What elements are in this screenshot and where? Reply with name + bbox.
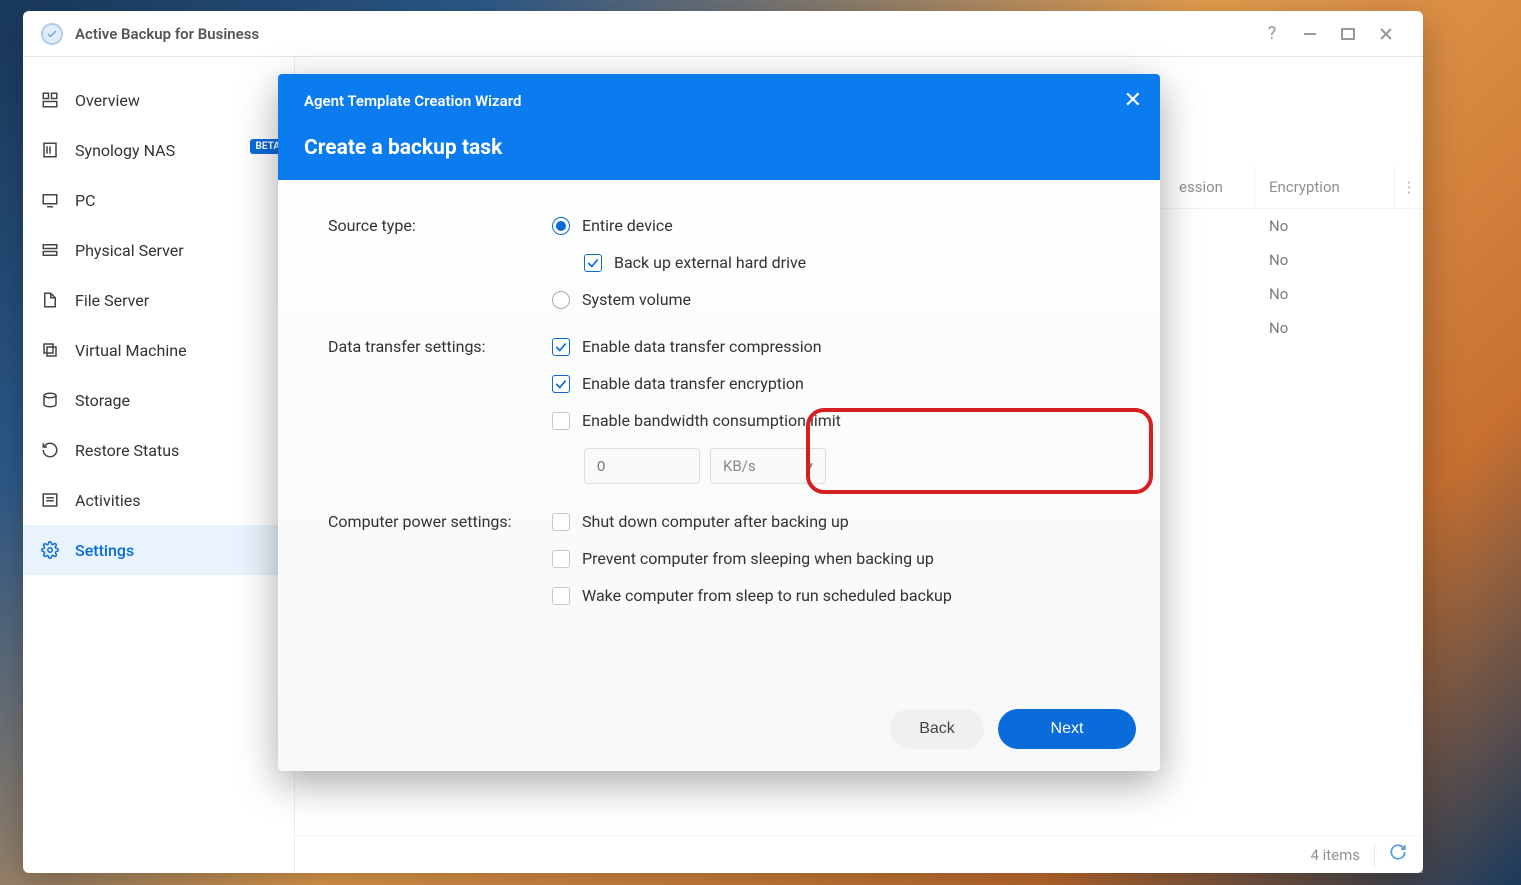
bandwidth-unit-label: KB/s: [723, 457, 756, 475]
chevron-down-icon: ▾: [805, 457, 813, 475]
sidebar-item-physical-server[interactable]: Physical Server: [23, 225, 294, 275]
restore-icon: [39, 439, 61, 461]
cell-encryption: No: [1255, 319, 1395, 337]
label-power-settings: Computer power settings:: [328, 512, 552, 623]
sidebar-item-pc[interactable]: PC: [23, 175, 294, 225]
nas-icon: [39, 139, 61, 161]
wizard-modal: Agent Template Creation Wizard Create a …: [278, 74, 1160, 771]
option-prevent-sleep: Prevent computer from sleeping when back…: [582, 549, 934, 568]
back-button[interactable]: Back: [890, 709, 984, 749]
modal-footer: Back Next: [278, 693, 1160, 771]
sidebar-item-label: Physical Server: [75, 241, 184, 260]
radio-entire-device[interactable]: [552, 217, 570, 235]
activities-icon: [39, 489, 61, 511]
sidebar-item-label: Synology NAS: [75, 141, 175, 160]
column-compression-partial[interactable]: ession: [1165, 165, 1255, 208]
app-title: Active Backup for Business: [75, 25, 259, 43]
cell-encryption: No: [1255, 285, 1395, 303]
checkbox-bandwidth[interactable]: [552, 412, 570, 430]
cell-encryption: No: [1255, 217, 1395, 235]
statusbar: 4 items: [295, 835, 1423, 873]
sidebar-item-label: Restore Status: [75, 441, 179, 460]
modal-body: Source type: Entire device Back up exter…: [278, 180, 1160, 693]
sidebar-item-synology-nas[interactable]: Synology NAS BETA: [23, 125, 294, 175]
server-icon: [39, 239, 61, 261]
option-compression: Enable data transfer compression: [582, 337, 822, 356]
sidebar-item-label: File Server: [75, 291, 149, 310]
cell-encryption: No: [1255, 251, 1395, 269]
next-button[interactable]: Next: [998, 709, 1136, 749]
wizard-title: Agent Template Creation Wizard: [304, 92, 1134, 110]
sidebar-item-label: Overview: [75, 91, 140, 110]
sidebar-item-settings[interactable]: Settings: [23, 525, 294, 575]
checkbox-encryption[interactable]: [552, 375, 570, 393]
sidebar-item-virtual-machine[interactable]: Virtual Machine: [23, 325, 294, 375]
checkbox-shutdown[interactable]: [552, 513, 570, 531]
sidebar: Overview Synology NAS BETA PC Physical S…: [23, 57, 295, 873]
sidebar-item-file-server[interactable]: File Server: [23, 275, 294, 325]
file-server-icon: [39, 289, 61, 311]
sidebar-item-label: PC: [75, 191, 96, 210]
close-window-button[interactable]: [1367, 19, 1405, 49]
bandwidth-value-input[interactable]: [584, 448, 700, 484]
modal-close-button[interactable]: ✕: [1124, 88, 1142, 113]
checkbox-backup-external[interactable]: [584, 254, 602, 272]
option-bandwidth: Enable bandwidth consumption limit: [582, 411, 841, 430]
sidebar-item-overview[interactable]: Overview: [23, 75, 294, 125]
titlebar: Active Backup for Business ?: [23, 11, 1423, 57]
gear-icon: [39, 539, 61, 561]
radio-system-volume[interactable]: [552, 291, 570, 309]
storage-icon: [39, 389, 61, 411]
label-data-transfer: Data transfer settings:: [328, 337, 552, 502]
option-shutdown: Shut down computer after backing up: [582, 512, 849, 531]
column-encryption[interactable]: Encryption: [1255, 165, 1395, 208]
refresh-button[interactable]: [1389, 843, 1407, 866]
minimize-button[interactable]: [1291, 19, 1329, 49]
checkbox-wake[interactable]: [552, 587, 570, 605]
sidebar-item-restore-status[interactable]: Restore Status: [23, 425, 294, 475]
option-encryption: Enable data transfer encryption: [582, 374, 804, 393]
option-entire-device: Entire device: [582, 216, 673, 235]
help-button[interactable]: ?: [1253, 19, 1291, 49]
item-count: 4 items: [1310, 846, 1360, 864]
option-wake: Wake computer from sleep to run schedule…: [582, 586, 952, 605]
sidebar-item-storage[interactable]: Storage: [23, 375, 294, 425]
checkbox-compression[interactable]: [552, 338, 570, 356]
sidebar-item-label: Storage: [75, 391, 130, 410]
sidebar-item-label: Settings: [75, 541, 134, 560]
modal-heading: Create a backup task: [304, 136, 1134, 160]
column-options-button[interactable]: ⋮: [1395, 165, 1423, 208]
sidebar-item-activities[interactable]: Activities: [23, 475, 294, 525]
checkbox-prevent-sleep[interactable]: [552, 550, 570, 568]
label-source-type: Source type:: [328, 216, 552, 327]
separator: [1374, 844, 1375, 866]
dashboard-icon: [39, 89, 61, 111]
app-icon: [41, 23, 63, 45]
option-system-volume: System volume: [582, 290, 691, 309]
bandwidth-unit-select[interactable]: KB/s ▾: [710, 448, 826, 484]
maximize-button[interactable]: [1329, 19, 1367, 49]
modal-header: Agent Template Creation Wizard Create a …: [278, 74, 1160, 180]
vm-icon: [39, 339, 61, 361]
option-backup-external: Back up external hard drive: [614, 253, 806, 272]
sidebar-item-label: Activities: [75, 491, 140, 510]
sidebar-item-label: Virtual Machine: [75, 341, 187, 360]
pc-icon: [39, 189, 61, 211]
